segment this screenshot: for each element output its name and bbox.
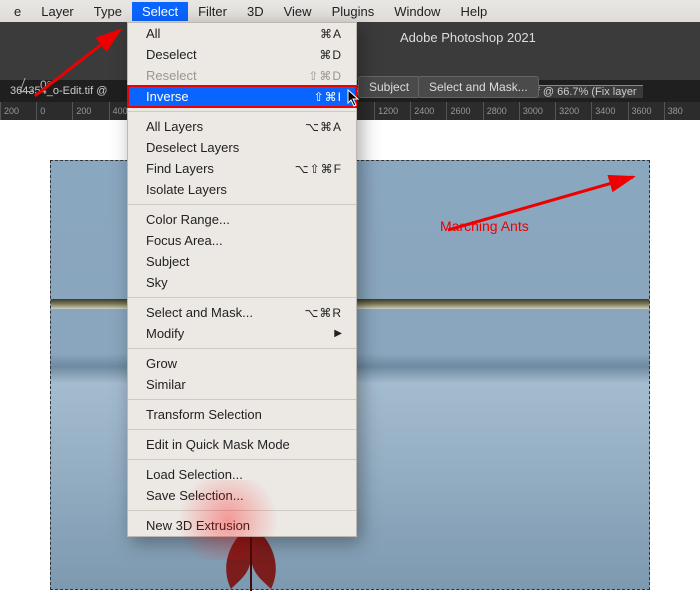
menu-modify[interactable]: Modify▶ [128, 323, 356, 344]
ruler-tick: 3600 [628, 102, 664, 120]
subject-button[interactable]: Subject [358, 76, 420, 98]
menu-all[interactable]: All⌘A [128, 23, 356, 44]
menu-deselect-layers[interactable]: Deselect Layers [128, 137, 356, 158]
ruler-tick: 2600 [446, 102, 482, 120]
menu-all-layers[interactable]: All Layers⌥⌘A [128, 116, 356, 137]
menu-color-range[interactable]: Color Range... [128, 209, 356, 230]
angle-icon [19, 78, 38, 92]
menu-isolate-layers[interactable]: Isolate Layers [128, 179, 356, 200]
menu-deselect[interactable]: Deselect⌘D [128, 44, 356, 65]
menu-focus-area[interactable]: Focus Area... [128, 230, 356, 251]
ruler-tick: 3000 [519, 102, 555, 120]
menu-sky[interactable]: Sky [128, 272, 356, 293]
menu-select-and-mask[interactable]: Select and Mask...⌥⌘R [128, 302, 356, 323]
ruler-tick: 3200 [555, 102, 591, 120]
menu-select[interactable]: Select [132, 2, 188, 21]
chevron-right-icon: ▶ [334, 328, 342, 339]
menu-3d[interactable]: 3D [237, 2, 274, 21]
ruler-tick: 3400 [591, 102, 627, 120]
menu-reselect: Reselect⇧⌘D [128, 65, 356, 86]
ruler-tick: 1200 [374, 102, 410, 120]
menu-quick-mask[interactable]: Edit in Quick Mask Mode [128, 434, 356, 455]
ruler-tick: 2800 [483, 102, 519, 120]
select-menu-dropdown: All⌘A Deselect⌘D Reselect⇧⌘D Inverse⇧⌘I … [127, 22, 357, 537]
menu-find-layers[interactable]: Find Layers⌥⇧⌘F [128, 158, 356, 179]
ruler-tick: 200 [0, 102, 36, 120]
menu-save-selection[interactable]: Save Selection... [128, 485, 356, 506]
menu-similar[interactable]: Similar [128, 374, 356, 395]
ruler-tick: 200 [72, 102, 108, 120]
menu-transform-selection[interactable]: Transform Selection [128, 404, 356, 425]
angle-value: 0° [40, 78, 51, 92]
menu-type[interactable]: Type [84, 2, 132, 21]
menu-layer[interactable]: Layer [31, 2, 84, 21]
mac-menubar: e Layer Type Select Filter 3D View Plugi… [0, 0, 700, 22]
ruler-tick: 2400 [410, 102, 446, 120]
ruler-tick: 0 [36, 102, 72, 120]
ruler-tick: 380 [664, 102, 700, 120]
menu-inverse[interactable]: Inverse⇧⌘I [128, 86, 356, 107]
menu-subject[interactable]: Subject [128, 251, 356, 272]
menu-window[interactable]: Window [384, 2, 450, 21]
menu-view[interactable]: View [274, 2, 322, 21]
menu-filter[interactable]: Filter [188, 2, 237, 21]
menu-new-3d-extrusion[interactable]: New 3D Extrusion [128, 515, 356, 536]
menu-grow[interactable]: Grow [128, 353, 356, 374]
annotation-label: Marching Ants [440, 218, 529, 234]
menu-plugins[interactable]: Plugins [322, 2, 385, 21]
menu-help[interactable]: Help [450, 2, 497, 21]
cursor-icon [347, 89, 361, 107]
angle-field[interactable]: 0° [22, 78, 51, 92]
app-title: Adobe Photoshop 2021 [400, 30, 536, 45]
menu-e[interactable]: e [4, 2, 31, 21]
menu-load-selection[interactable]: Load Selection... [128, 464, 356, 485]
select-and-mask-button[interactable]: Select and Mask... [418, 76, 539, 98]
